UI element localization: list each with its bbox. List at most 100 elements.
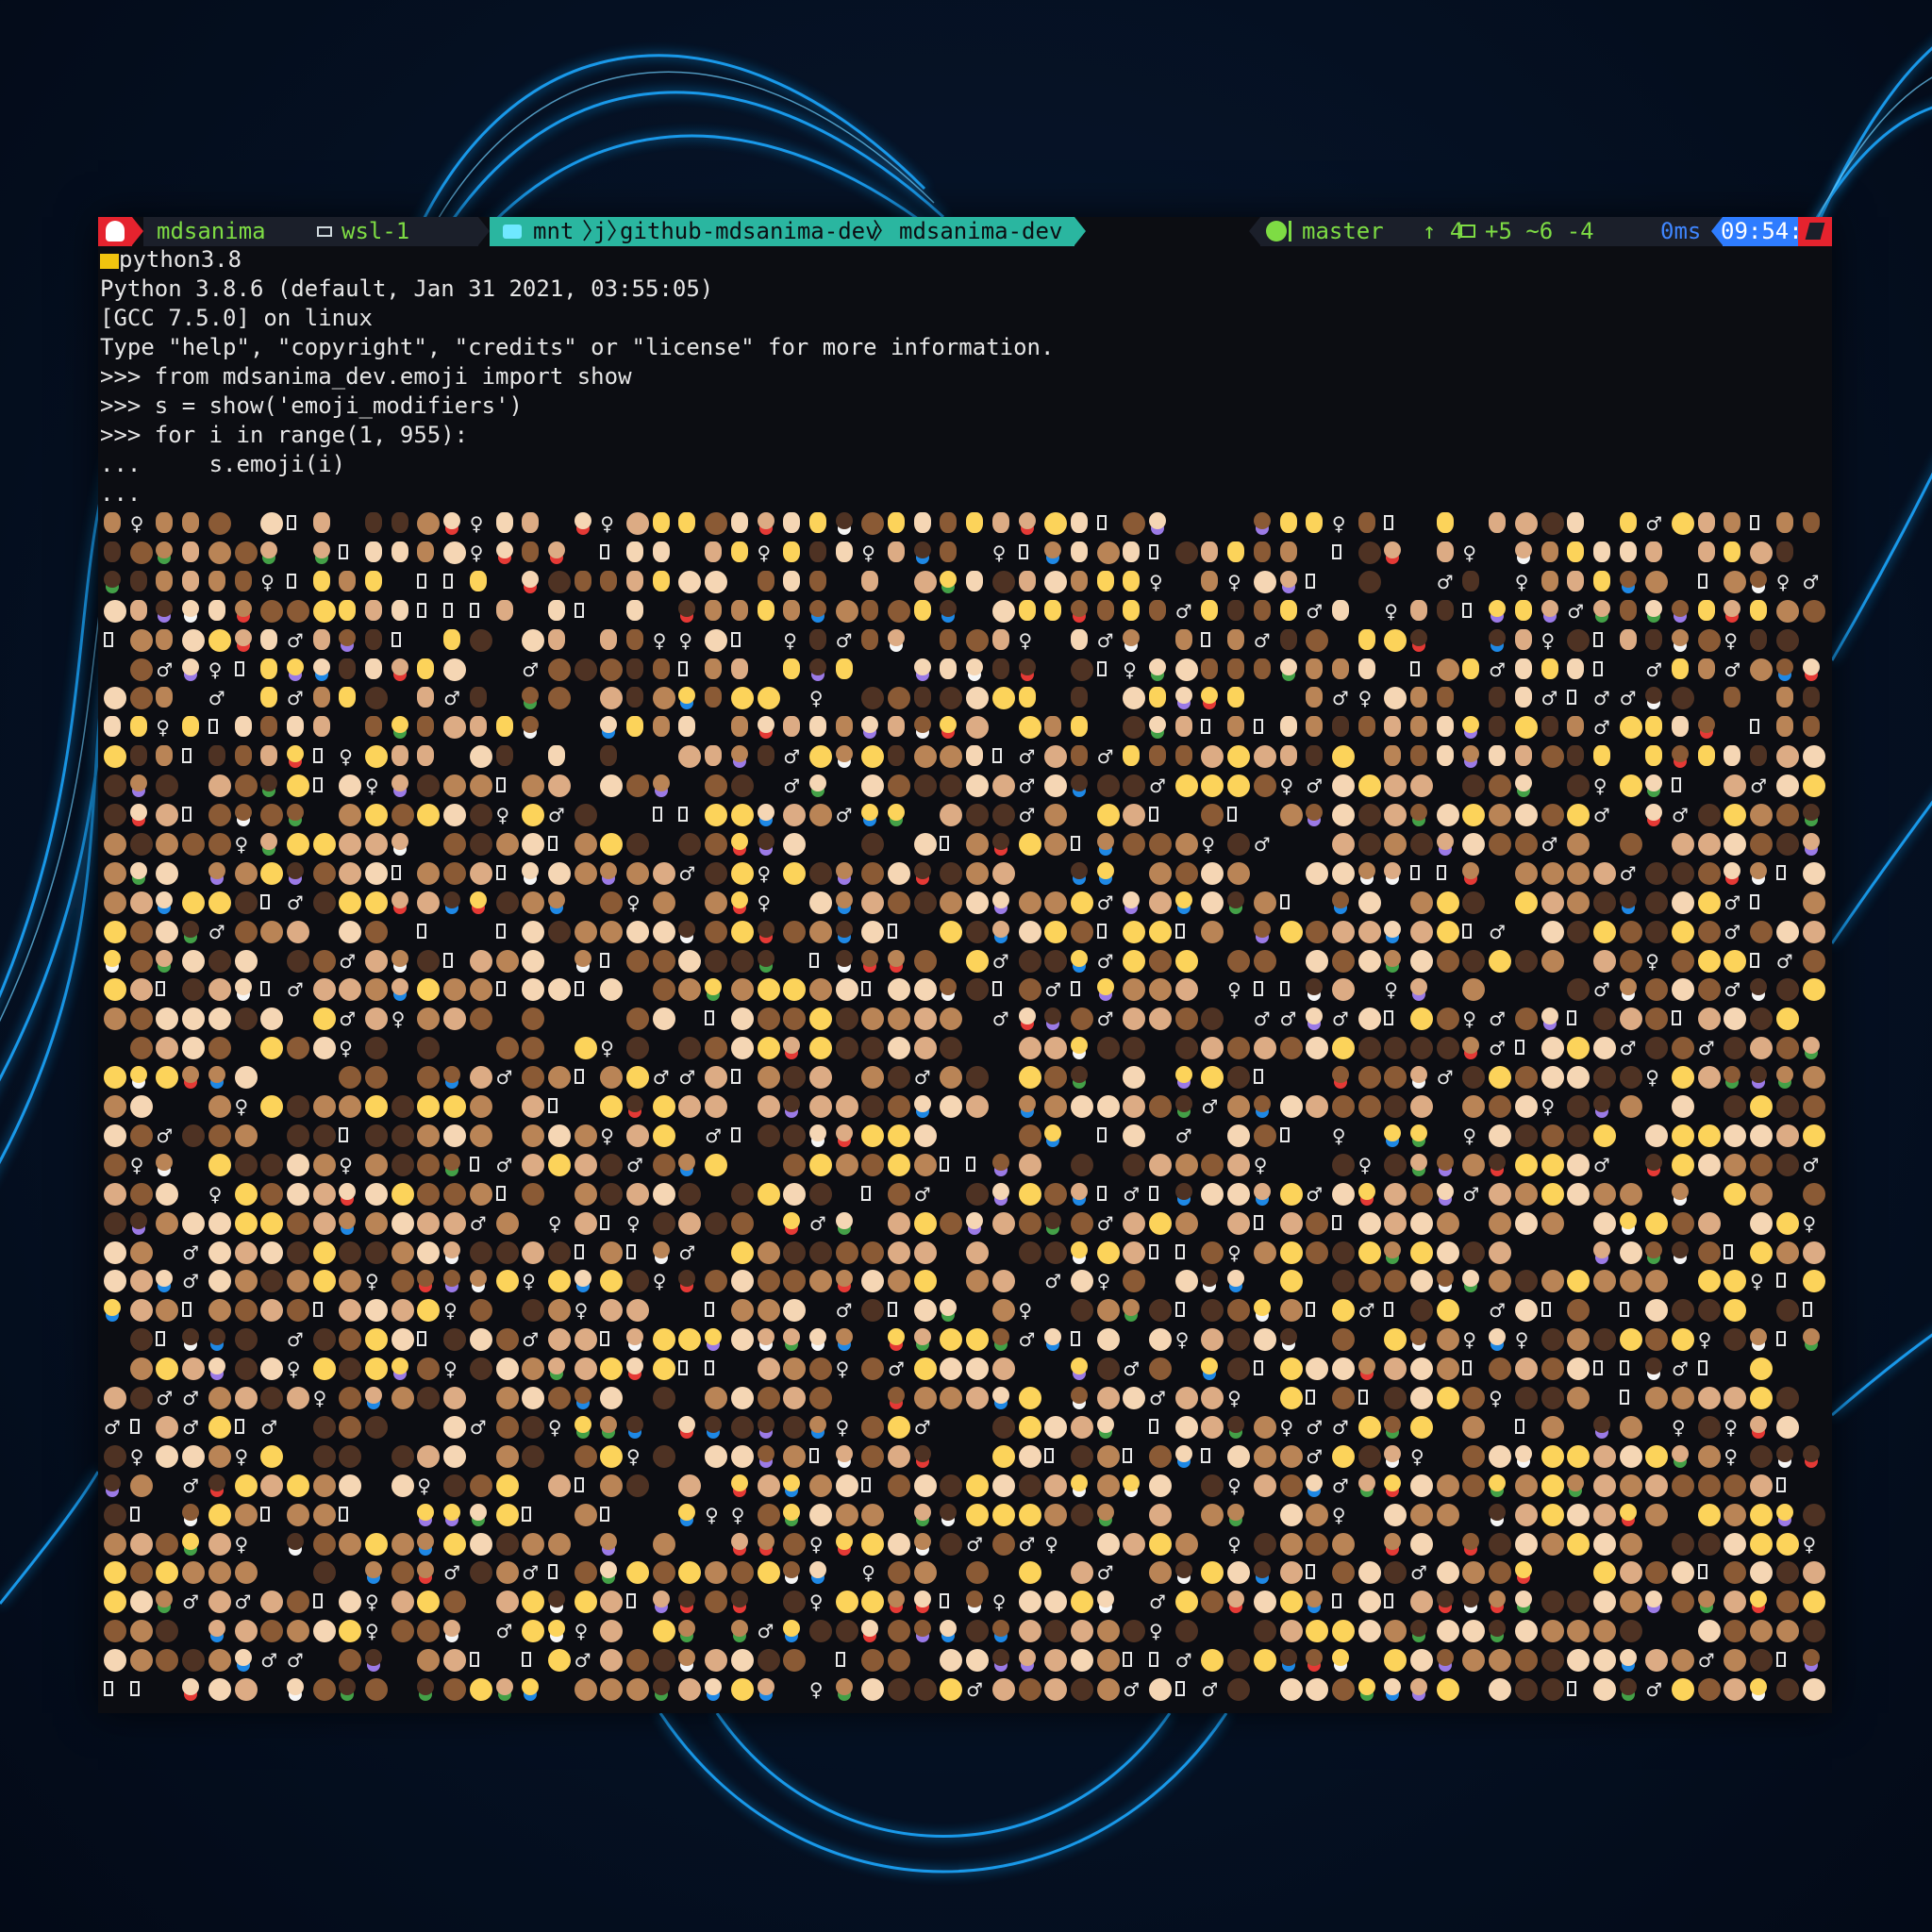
emoji-icon [783,599,801,621]
emoji-icon [1070,1415,1093,1439]
emoji-icon [1306,920,1329,943]
emoji-icon [1306,861,1329,885]
gender-symbol-icon: ♀ [1096,1270,1111,1293]
emoji-icon [1697,978,1721,1002]
emoji-icon [104,1649,126,1673]
emoji-icon [1384,920,1402,938]
emoji-icon [861,745,885,769]
emoji-icon [182,512,200,533]
emoji-row: ♀ ♀ ♂ ♂ ♂ [104,1034,1830,1062]
gender-symbol-icon: ♀ [443,1299,458,1323]
emoji-icon [312,1444,336,1468]
terminal-window[interactable]: mdsanima wsl-1 mnt 〉 j 〉 github-mdsanima… [98,217,1832,1713]
emoji-icon [234,1620,258,1643]
emoji-icon [1436,1357,1459,1381]
emoji-icon [1149,512,1166,529]
emoji-icon [1070,1095,1093,1118]
emoji-icon [808,861,832,885]
emoji-icon [1592,570,1610,591]
emoji-icon [365,1241,388,1264]
gender-symbol-icon: ♀ [808,1678,824,1701]
emoji-icon [156,1532,179,1556]
emoji-icon [469,1182,492,1206]
emoji-icon [705,1095,728,1118]
missing-glyph-icon [417,573,427,589]
emoji-icon [574,1270,591,1288]
emoji-icon [522,716,540,734]
emoji-icon [1489,512,1507,533]
emoji-icon [208,1503,231,1526]
emoji-icon [469,570,487,591]
emoji-icon [1331,1066,1349,1084]
emoji-icon [365,628,382,650]
emoji-icon [1775,1095,1799,1118]
emoji-icon [1697,658,1715,679]
emoji-icon [1018,1561,1041,1585]
emoji-icon [129,1270,153,1293]
emoji-icon [547,861,571,885]
emoji-icon [1253,541,1271,562]
emoji-icon [522,512,540,533]
emoji-icon [1724,804,1747,826]
emoji-icon [1645,1270,1669,1293]
emoji-icon [417,541,435,562]
emoji-icon [652,1008,675,1031]
emoji-icon [469,1095,492,1118]
gender-symbol-icon: ♂ [156,658,174,681]
emoji-icon [1775,1211,1799,1235]
gender-symbol-icon: ♀ [626,1444,641,1468]
missing-glyph-icon [1331,1593,1341,1609]
emoji-icon [1384,1241,1402,1258]
prompt-path: mnt 〉 j 〉 github-mdsanima-dev 〉 mdsanima… [490,217,1074,246]
emoji-icon [1697,512,1715,533]
emoji-icon [1672,716,1689,738]
emoji-icon [156,745,174,767]
emoji-icon [966,978,990,1002]
emoji-icon [234,1211,258,1235]
emoji-icon [966,658,984,675]
emoji-icon [208,1124,231,1147]
emoji-icon [1489,1328,1507,1346]
gender-symbol-icon: ♀ [1123,658,1137,681]
emoji-icon [940,512,958,533]
emoji-icon [1462,1620,1486,1643]
emoji-icon [156,1444,179,1468]
emoji-icon [234,1008,258,1031]
missing-glyph-icon [1253,719,1263,735]
emoji-icon [1514,1649,1538,1673]
emoji-icon [104,541,121,562]
emoji-icon [783,1620,801,1638]
emoji-icon [286,1387,309,1409]
emoji-icon [1201,1182,1224,1206]
emoji-icon [1489,1444,1512,1468]
gender-symbol-icon: ♂ [286,1328,304,1352]
missing-glyph-icon [1149,1243,1158,1259]
emoji-icon [1567,1503,1591,1526]
emoji-icon [940,804,963,826]
emoji-icon [1645,1444,1669,1468]
emoji-icon [469,774,492,798]
emoji-icon [1044,1591,1068,1614]
emoji-icon [417,687,435,708]
emoji-icon [940,891,963,914]
emoji-icon [1357,804,1381,826]
emoji-icon [1123,1037,1146,1060]
gender-symbol-icon: ♀ [808,1532,824,1556]
emoji-icon [339,1620,362,1643]
emoji-icon [182,1066,200,1084]
emoji-icon [1123,599,1141,621]
missing-glyph-icon [417,602,427,618]
emoji-icon [104,512,121,533]
emoji-icon [783,1270,807,1293]
emoji-icon [888,1241,910,1264]
emoji-row: ♂ ♀ ♂ ♀ ♂ ♂ ♂ [104,656,1830,684]
emoji-icon [783,1008,807,1031]
emoji-icon [991,1299,1015,1323]
emoji-icon [312,1328,336,1352]
gender-symbol-icon: ♀ [757,541,772,564]
emoji-icon [730,1387,754,1409]
emoji-icon [1802,1561,1825,1585]
emoji-icon [730,599,748,621]
gender-symbol-icon: ♂ [913,1066,931,1090]
emoji-icon [1070,1561,1093,1585]
